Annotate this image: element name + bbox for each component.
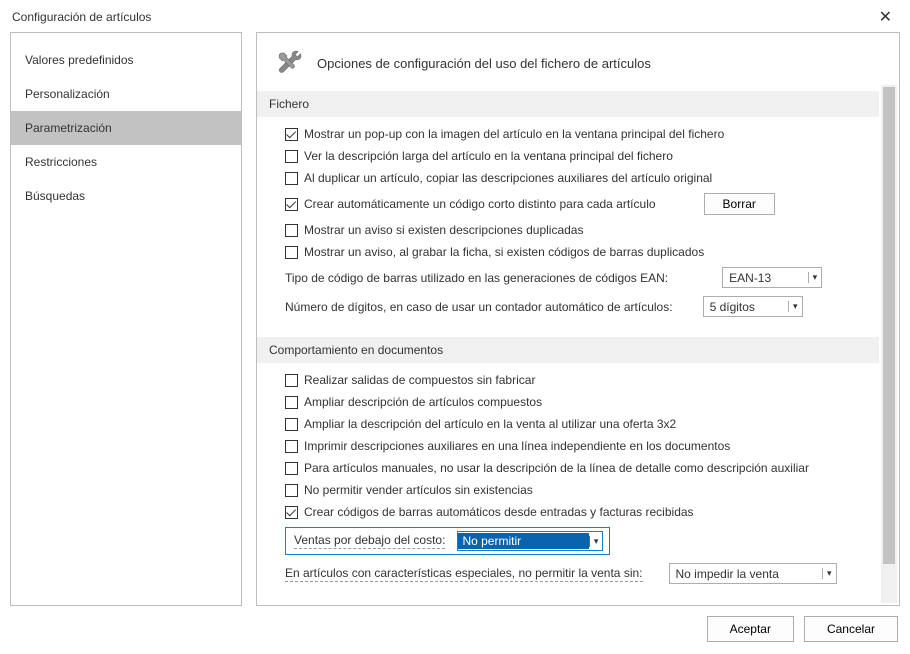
label-aviso-barras: Mostrar un aviso, al grabar la ficha, si…: [304, 245, 704, 259]
chevron-down-icon: ▾: [788, 301, 798, 312]
checkbox-ampliar-desc-comp[interactable]: [285, 396, 298, 409]
scrollbar-vertical[interactable]: [881, 85, 897, 603]
section-header-fichero: Fichero: [257, 91, 879, 117]
titlebar: Configuración de artículos ✕: [0, 0, 910, 32]
label-salidas-compuestos: Realizar salidas de compuestos sin fabri…: [304, 373, 535, 387]
select-value: EAN-13: [729, 271, 771, 285]
checkbox-manuales-desc[interactable]: [285, 462, 298, 475]
sidebar-item-restricciones[interactable]: Restricciones: [11, 145, 241, 179]
select-caract-especiales[interactable]: No impedir la venta ▾: [669, 563, 837, 584]
checkbox-salidas-compuestos[interactable]: [285, 374, 298, 387]
row-desc-larga: Ver la descripción larga del artículo en…: [285, 149, 865, 163]
section-body-fichero: Mostrar un pop-up con la imagen del artí…: [257, 127, 879, 337]
label-duplicar-copiar: Al duplicar un artículo, copiar las desc…: [304, 171, 712, 185]
checkbox-desc-larga[interactable]: [285, 150, 298, 163]
tools-icon: [273, 47, 305, 79]
row-manuales-desc: Para artículos manuales, no usar la desc…: [285, 461, 865, 475]
label-ampliar-desc-oferta: Ampliar la descripción del artículo en l…: [304, 417, 676, 431]
window-title: Configuración de artículos: [12, 10, 151, 24]
sidebar-item-valores-predefinidos[interactable]: Valores predefinidos: [11, 43, 241, 77]
sidebar-item-label: Valores predefinidos: [25, 53, 134, 67]
row-salidas-compuestos: Realizar salidas de compuestos sin fabri…: [285, 373, 865, 387]
select-value: No impedir la venta: [676, 567, 779, 581]
row-duplicar-copiar: Al duplicar un artículo, copiar las desc…: [285, 171, 865, 185]
chevron-down-icon: ▾: [822, 568, 832, 579]
row-caract-especiales: En artículos con características especia…: [285, 563, 865, 584]
label-ventas-bajo-costo: Ventas por debajo del costo:: [294, 533, 445, 549]
scroll-inner: Fichero Mostrar un pop-up con la imagen …: [257, 91, 879, 604]
row-crear-barras-auto: Crear códigos de barras automáticos desd…: [285, 505, 865, 519]
row-tipo-barras: Tipo de código de barras utilizado en la…: [285, 267, 865, 288]
page-title: Opciones de configuración del uso del fi…: [317, 56, 651, 71]
select-tipo-barras[interactable]: EAN-13 ▾: [722, 267, 822, 288]
sidebar-item-label: Personalización: [25, 87, 110, 101]
cancel-button[interactable]: Cancelar: [804, 616, 898, 642]
dialog-footer: Aceptar Cancelar: [0, 606, 910, 654]
sidebar-item-personalizacion[interactable]: Personalización: [11, 77, 241, 111]
checkbox-crear-barras-auto[interactable]: [285, 506, 298, 519]
checkbox-aviso-barras[interactable]: [285, 246, 298, 259]
sidebar-item-parametrizacion[interactable]: Parametrización: [11, 111, 241, 145]
checkbox-popup-imagen[interactable]: [285, 128, 298, 141]
highlight-ventas-bajo-costo: Ventas por debajo del costo: No permitir…: [285, 527, 610, 555]
select-ventas-bajo-costo[interactable]: No permitir ▾: [457, 531, 603, 551]
borrar-button[interactable]: Borrar: [704, 193, 775, 215]
checkbox-imprimir-aux[interactable]: [285, 440, 298, 453]
row-popup-imagen: Mostrar un pop-up con la imagen del artí…: [285, 127, 865, 141]
section-header-comportamiento: Comportamiento en documentos: [257, 337, 879, 363]
row-num-digitos: Número de dígitos, en caso de usar un co…: [285, 296, 865, 317]
row-imprimir-aux: Imprimir descripciones auxiliares en una…: [285, 439, 865, 453]
label-no-permitir-sin-exist: No permitir vender artículos sin existen…: [304, 483, 533, 497]
section-body-comportamiento: Realizar salidas de compuestos sin fabri…: [257, 373, 879, 604]
select-num-digitos[interactable]: 5 dígitos ▾: [703, 296, 803, 317]
label-num-digitos: Número de dígitos, en caso de usar un co…: [285, 300, 673, 314]
label-imprimir-aux: Imprimir descripciones auxiliares en una…: [304, 439, 730, 453]
sidebar-item-label: Búsquedas: [25, 189, 85, 203]
chevron-down-icon: ▾: [589, 536, 603, 547]
close-icon[interactable]: ✕: [871, 7, 900, 27]
sidebar: Valores predefinidos Personalización Par…: [10, 32, 242, 606]
scrollbar-thumb[interactable]: [883, 87, 895, 564]
scroll-area: Fichero Mostrar un pop-up con la imagen …: [257, 83, 899, 605]
sidebar-item-label: Restricciones: [25, 155, 97, 169]
content-header: Opciones de configuración del uso del fi…: [257, 33, 899, 83]
checkbox-ampliar-desc-oferta[interactable]: [285, 418, 298, 431]
select-value: No permitir: [458, 533, 588, 549]
label-popup-imagen: Mostrar un pop-up con la imagen del artí…: [304, 127, 724, 141]
select-value: 5 dígitos: [710, 300, 755, 314]
label-codigo-corto: Crear automáticamente un código corto di…: [304, 197, 656, 211]
label-desc-larga: Ver la descripción larga del artículo en…: [304, 149, 673, 163]
accept-button[interactable]: Aceptar: [707, 616, 794, 642]
checkbox-codigo-corto[interactable]: [285, 198, 298, 211]
row-aviso-barras: Mostrar un aviso, al grabar la ficha, si…: [285, 245, 865, 259]
content-panel: Opciones de configuración del uso del fi…: [256, 32, 900, 606]
row-aviso-duplicadas: Mostrar un aviso si existen descripcione…: [285, 223, 865, 237]
label-ampliar-desc-comp: Ampliar descripción de artículos compues…: [304, 395, 542, 409]
dialog-window: Configuración de artículos ✕ Valores pre…: [0, 0, 910, 654]
sidebar-item-busquedas[interactable]: Búsquedas: [11, 179, 241, 213]
label-crear-barras-auto: Crear códigos de barras automáticos desd…: [304, 505, 694, 519]
label-tipo-barras: Tipo de código de barras utilizado en la…: [285, 271, 668, 285]
chevron-down-icon: ▾: [808, 272, 818, 283]
row-no-permitir-sin-exist: No permitir vender artículos sin existen…: [285, 483, 865, 497]
row-ventas-bajo-costo: Ventas por debajo del costo: No permitir…: [285, 527, 865, 555]
label-manuales-desc: Para artículos manuales, no usar la desc…: [304, 461, 809, 475]
row-ampliar-desc-comp: Ampliar descripción de artículos compues…: [285, 395, 865, 409]
checkbox-no-permitir-sin-exist[interactable]: [285, 484, 298, 497]
row-codigo-corto: Crear automáticamente un código corto di…: [285, 193, 865, 215]
checkbox-aviso-duplicadas[interactable]: [285, 224, 298, 237]
label-aviso-duplicadas: Mostrar un aviso si existen descripcione…: [304, 223, 583, 237]
sidebar-item-label: Parametrización: [25, 121, 112, 135]
dialog-body: Valores predefinidos Personalización Par…: [0, 32, 910, 606]
checkbox-duplicar-copiar[interactable]: [285, 172, 298, 185]
label-caract-especiales: En artículos con características especia…: [285, 566, 643, 582]
row-ampliar-desc-oferta: Ampliar la descripción del artículo en l…: [285, 417, 865, 431]
